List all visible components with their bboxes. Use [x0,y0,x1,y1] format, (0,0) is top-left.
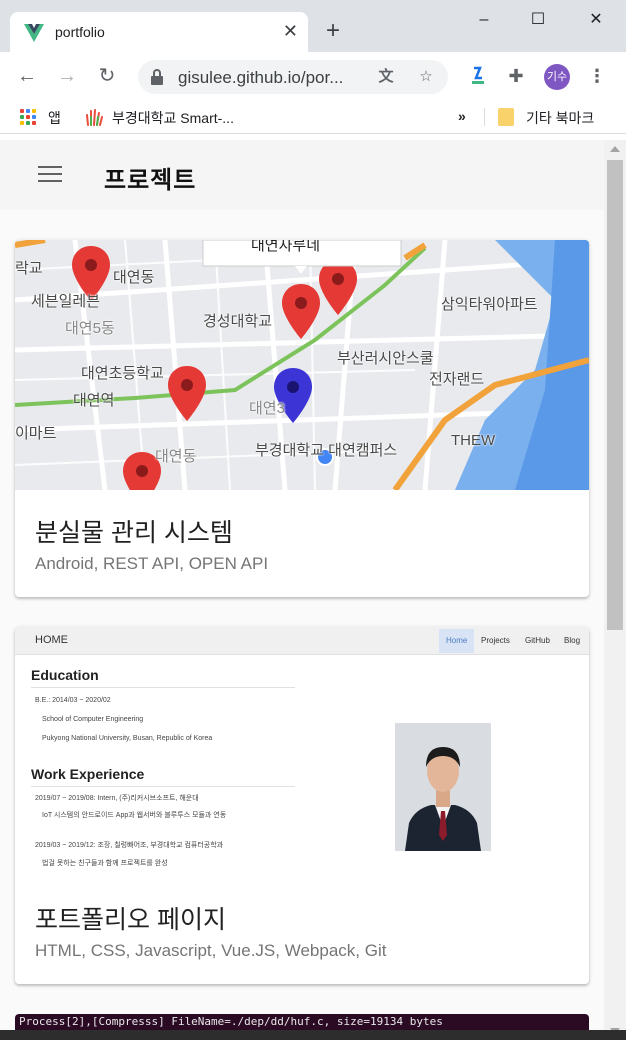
minimize-button[interactable]: – [464,8,504,32]
preview-nav-link: Blog [564,636,581,645]
map-label: 부산러시안스쿨 [337,350,434,367]
preview-nav-link: Home [439,629,475,653]
page-title: 프로젝트 [104,167,197,194]
preview-nav-home: HOME [35,634,68,646]
preview-education-heading: Education [31,667,99,683]
map-label: 대연5동 [65,320,115,337]
hand-logo-icon [86,109,103,126]
scroll-up-arrow-icon[interactable] [610,146,620,152]
menu-dots-icon[interactable]: ⋮ [585,64,609,88]
browser-toolbar: ← → ↻ gisulee.github.io/por... 文 ☆ ✚ 기수 … [0,52,626,100]
close-window-button[interactable]: ✕ [576,8,616,32]
project-list: 대연자루네 대연동 세븐일레븐 대연5동 경성대학교 삼익타워아파트 대연초등학… [0,210,604,1040]
card-subtitle: Android, REST API, OPEN API [35,554,269,573]
new-tab-button[interactable]: + [326,18,340,44]
browser-tab-strip: portfolio ✕ + – ☐ ✕ [0,0,626,52]
map-label: 세븐일레븐 [31,293,101,310]
map-marker-icon [282,284,320,339]
browser-tab[interactable]: portfolio ✕ [10,12,308,52]
app-bar: 프로젝트 [0,140,604,210]
map-popup-label: 대연자루네 [251,240,321,254]
star-icon[interactable]: ☆ [416,67,436,87]
map-label: THEW [451,432,496,449]
map-label: 대연역 [73,392,115,409]
card-subtitle: HTML, CSS, Javascript, Vue.JS, Webpack, … [35,941,387,960]
project-card-portfolio[interactable]: HOME Home Projects GitHub Blog Education… [15,627,589,984]
bookmark-other[interactable]: 기타 북마크 [526,108,594,128]
terminal-text: Process[2],[Compresss] FileName=./dep/dd… [19,1015,443,1028]
apps-icon[interactable] [20,109,36,125]
map-image: 대연자루네 대연동 세븐일레븐 대연5동 경성대학교 삼익타워아파트 대연초등학… [15,240,589,490]
preview-text: 2019/03 ~ 2019/12: 조장, 칠렁빠어조, 부경대학교 컴퓨터공… [35,842,224,849]
portfolio-preview-image: HOME Home Projects GitHub Blog Education… [15,627,589,877]
project-card-lost-and-found[interactable]: 대연자루네 대연동 세븐일레븐 대연5동 경성대학교 삼익타워아파트 대연초등학… [15,240,589,597]
map-label: 대연동 [155,448,197,465]
map-label: 대연동 [113,269,155,286]
map-label: 부경대학교 대연캠퍼스 [255,442,398,459]
preview-work-heading: Work Experience [31,766,145,782]
preview-navbar: HOME Home Projects GitHub Blog [15,627,589,655]
vue-logo-icon [24,24,44,42]
bookmark-divider [484,108,485,126]
back-icon[interactable]: ← [15,64,39,88]
preview-divider [31,687,295,688]
map-label: 삼익타워아파트 [441,296,538,313]
preview-text: Pukyong National University, Busan, Repu… [42,735,213,742]
preview-text: IoT 시스템의 안드로이드 App과 웹서버와 블루투스 모듈과 연동 [42,812,227,819]
extension-icon[interactable] [466,64,490,88]
preview-text: 2019/07 ~ 2019/08: Intern, (주)리커시브소프트, 해… [35,795,199,802]
puzzle-icon[interactable]: ✚ [504,64,528,88]
card-title: 분실물 관리 시스템 [35,519,233,547]
preview-text: School of Computer Engineering [42,716,144,723]
url-text: gisulee.github.io/por... [178,68,344,87]
os-taskbar [0,1030,626,1040]
preview-text: B.E.: 2014/03 ~ 2020/02 [35,697,111,704]
hamburger-menu-icon[interactable] [38,166,62,184]
address-bar[interactable]: gisulee.github.io/por... 文 ☆ [138,60,448,94]
preview-nav-link: GitHub [525,636,550,645]
tab-close-icon[interactable]: ✕ [283,20,298,42]
map-label: 락교 [15,260,43,277]
scrollbar-thumb[interactable] [607,160,623,630]
map-marker-icon [168,366,206,421]
reload-icon[interactable]: ↻ [95,64,119,88]
lock-icon [151,69,163,85]
page-scrollbar[interactable] [604,140,626,1040]
map-label: 전자랜드 [429,371,485,388]
map-label: 경성대학교 [203,313,273,330]
bookmark-item[interactable]: 부경대학교 Smart-... [112,108,234,128]
profile-avatar[interactable]: 기수 [544,64,570,90]
bookmark-apps[interactable]: 앱 [48,108,61,128]
map-label: 대연초등학교 [81,365,164,382]
bookmarks-overflow[interactable]: » [458,108,466,124]
preview-nav-link: Projects [481,636,510,645]
preview-text: 법걸 못하는 친구들과 함께 프로젝트를 완성 [42,860,168,867]
card-title: 포트폴리오 페이지 [35,906,226,934]
map-marker-icon [319,260,357,315]
folder-icon [498,108,514,126]
tab-title: portfolio [55,24,105,40]
forward-icon[interactable]: → [55,64,79,88]
translate-icon[interactable]: 文 [376,67,396,87]
bookmarks-bar: 앱 부경대학교 Smart-... » 기타 북마크 [0,100,626,134]
preview-divider [31,786,295,787]
map-label: 이마트 [15,425,57,442]
page-viewport: 프로젝트 대연자루네 대연동 세븐일레븐 대연5동 경성대학교 삼익타워아파트 … [0,140,604,1040]
profile-photo [395,723,491,851]
map-label: 대연3 [249,400,285,417]
maximize-button[interactable]: ☐ [518,8,558,32]
person-photo-icon [395,723,491,851]
